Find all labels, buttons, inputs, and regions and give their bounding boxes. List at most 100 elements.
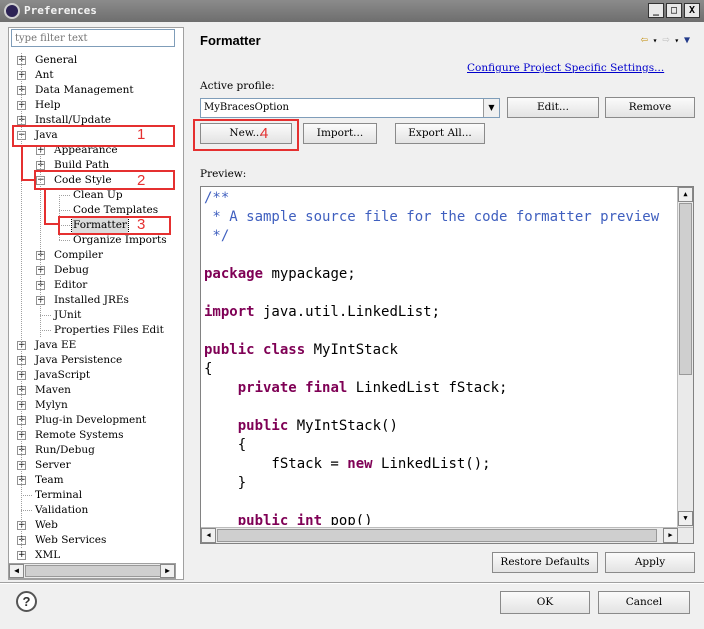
tree-item-label: Validation: [35, 504, 89, 516]
page-title: Formatter: [200, 33, 261, 48]
export-all-button[interactable]: Export All...: [395, 123, 485, 144]
view-menu-icon[interactable]: ▼: [684, 35, 690, 46]
tree-item[interactable]: + Java Persistence: [9, 353, 183, 368]
tree-item[interactable]: + Help: [9, 98, 183, 113]
scroll-right-icon[interactable]: ▶: [663, 528, 678, 543]
code-comment: /**: [204, 190, 230, 206]
tree-item-label: Clean Up: [73, 189, 123, 201]
scroll-thumb[interactable]: [217, 529, 657, 542]
tree-connector: [59, 195, 70, 196]
forward-arrow-icon[interactable]: ⇨: [662, 32, 669, 46]
code-keyword: final: [305, 380, 348, 396]
edit-button[interactable]: Edit...: [507, 97, 599, 118]
code-text: }: [204, 475, 247, 491]
tree-item[interactable]: Validation: [9, 503, 183, 518]
code-text: {: [204, 437, 247, 453]
tree-item[interactable]: JUnit: [9, 308, 183, 323]
scroll-left-icon[interactable]: ◀: [201, 528, 216, 543]
profile-select[interactable]: MyBracesOption ▼: [200, 98, 500, 118]
code-comment: */: [204, 228, 230, 244]
tree-item[interactable]: + XML: [9, 548, 183, 563]
code-text: pop(): [322, 513, 373, 525]
tree-item[interactable]: + General: [9, 53, 183, 68]
tree-item[interactable]: Terminal: [9, 488, 183, 503]
tree-item[interactable]: + Web: [9, 518, 183, 533]
tree-item[interactable]: + Plug-in Development: [9, 413, 183, 428]
tree-connector: [59, 240, 70, 241]
annotation-connector: [21, 179, 35, 181]
tree-item[interactable]: + Web Services: [9, 533, 183, 548]
tree-item[interactable]: + Maven: [9, 383, 183, 398]
configure-project-link[interactable]: Configure Project Specific Settings...: [467, 62, 664, 74]
tree-connector: [21, 495, 32, 496]
scroll-right-icon[interactable]: ▶: [160, 564, 175, 578]
tree-item-label: Compiler: [54, 249, 103, 261]
footer-separator: [0, 582, 704, 584]
back-dropdown-icon[interactable]: ▾: [648, 36, 662, 45]
close-button[interactable]: X: [684, 3, 700, 18]
scroll-thumb[interactable]: [679, 203, 692, 375]
tree-horizontal-scrollbar[interactable]: ◀ ▶: [8, 563, 176, 579]
code-line: * A sample source file for the code form…: [204, 208, 676, 227]
code-line: {: [204, 360, 676, 379]
tree-item[interactable]: + Debug: [9, 263, 183, 278]
eclipse-icon: [4, 3, 20, 19]
tree-item[interactable]: + Data Management: [9, 83, 183, 98]
forward-dropdown-icon[interactable]: ▾: [670, 36, 684, 45]
tree-item[interactable]: + JavaScript: [9, 368, 183, 383]
tree-item[interactable]: + Remote Systems: [9, 428, 183, 443]
chevron-down-icon[interactable]: ▼: [483, 99, 499, 117]
tree-item[interactable]: + Run/Debug: [9, 443, 183, 458]
scroll-left-icon[interactable]: ◀: [9, 564, 24, 578]
tree-item-label: Plug-in Development: [35, 414, 147, 426]
tree-item[interactable]: + Java EE: [9, 338, 183, 353]
code-preview[interactable]: /** * A sample source file for the code …: [200, 186, 694, 544]
code-text: LinkedList();: [372, 456, 491, 472]
scroll-up-icon[interactable]: ▲: [678, 187, 693, 202]
tree-item[interactable]: + Ant: [9, 68, 183, 83]
remove-button[interactable]: Remove: [605, 97, 695, 118]
tree-item[interactable]: + Mylyn: [9, 398, 183, 413]
code-line: import java.util.LinkedList;: [204, 303, 676, 322]
code-line: public class MyIntStack: [204, 341, 676, 360]
tree-item[interactable]: + Installed JREs: [9, 293, 183, 308]
ok-button[interactable]: OK: [500, 591, 590, 614]
import-button[interactable]: Import...: [303, 123, 377, 144]
tree-item[interactable]: + Server: [9, 458, 183, 473]
tree-item[interactable]: Clean Up: [9, 188, 183, 203]
tree-item[interactable]: + Team: [9, 473, 183, 488]
tree-item-label: Terminal: [35, 489, 83, 501]
apply-button[interactable]: Apply: [605, 552, 695, 573]
scroll-down-icon[interactable]: ▼: [678, 511, 693, 526]
tree-item-label: Web: [35, 519, 58, 531]
tree-item[interactable]: Properties Files Edit: [9, 323, 183, 338]
preview-horizontal-scrollbar[interactable]: ◀ ▶: [201, 527, 693, 543]
scroll-thumb[interactable]: [25, 565, 161, 577]
code-text: MyIntStack: [305, 342, 398, 358]
code-line: public MyIntStack(): [204, 417, 676, 436]
help-icon[interactable]: ?: [16, 591, 37, 612]
cancel-button[interactable]: Cancel: [598, 591, 690, 614]
annotation-box-formatter: [58, 216, 171, 235]
code-keyword: import: [204, 304, 255, 320]
maximize-button[interactable]: □: [666, 3, 682, 18]
filter-input[interactable]: [11, 29, 175, 47]
tree-connector: [40, 330, 51, 331]
annotation-number-3: 3: [137, 216, 146, 233]
tree-item-label: Installed JREs: [54, 294, 129, 306]
tree-item-label: Debug: [54, 264, 89, 276]
tree-item[interactable]: + Editor: [9, 278, 183, 293]
preview-vertical-scrollbar[interactable]: ▲ ▼: [677, 187, 693, 527]
expand-icon[interactable]: +: [17, 551, 26, 560]
minimize-button[interactable]: _: [648, 3, 664, 18]
tree-item-label: Java EE: [35, 339, 77, 351]
tree-item[interactable]: Organize Imports: [9, 233, 183, 248]
restore-defaults-button[interactable]: Restore Defaults: [492, 552, 598, 573]
tree-item-label: Organize Imports: [73, 234, 167, 246]
back-arrow-icon[interactable]: ⇦: [641, 32, 648, 46]
tree-item[interactable]: + Compiler: [9, 248, 183, 263]
tree-item-label: JUnit: [54, 309, 82, 321]
